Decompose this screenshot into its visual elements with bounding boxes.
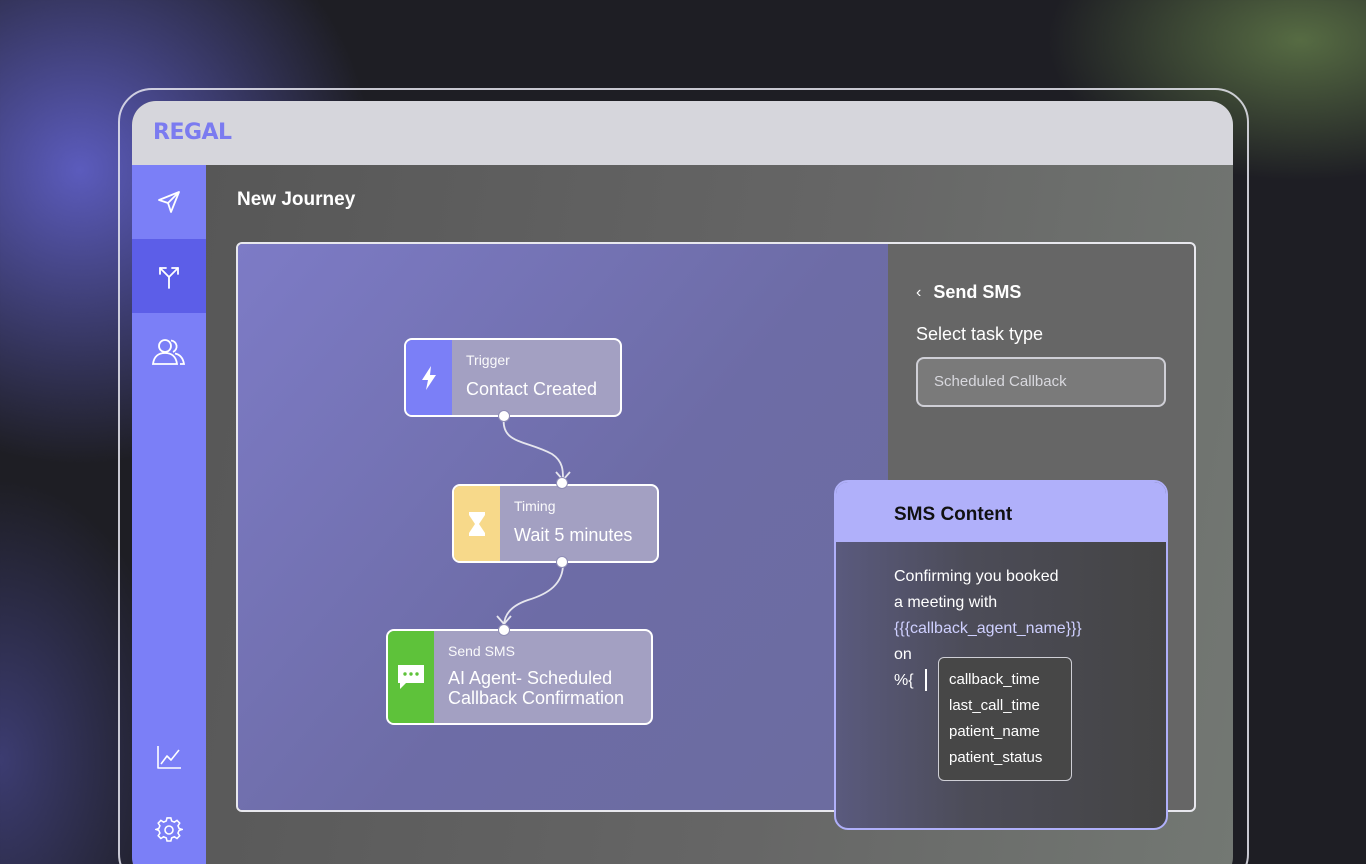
sidebar-item-settings[interactable] [132,793,206,864]
trigger-node-kind: Trigger [466,352,510,368]
timing-node-icon-strip [454,486,500,561]
sidebar-item-analytics[interactable] [132,720,206,794]
page-title: New Journey [237,189,356,210]
flow-editor[interactable]: Trigger Contact Created Timing Wait 5 mi… [238,244,888,810]
suggestion-item[interactable]: patient_name [949,719,1061,745]
users-icon [151,339,186,365]
lightning-icon [422,365,436,390]
send-sms-node-kind: Send SMS [448,643,515,659]
task-type-select[interactable]: Scheduled Callback [916,357,1166,407]
trigger-node-icon-strip [406,340,452,415]
suggestion-item[interactable]: callback_time [949,667,1061,693]
text-cursor [925,669,927,691]
suggestion-item[interactable]: patient_status [949,745,1061,771]
send-sms-node-input-port[interactable] [498,624,510,636]
trigger-node-label: Contact Created [466,379,598,399]
line-chart-icon [157,746,181,769]
sms-line-2: a meeting with [894,594,998,611]
sms-variable-token: {{{callback_agent_name}}} [894,620,1082,637]
variable-suggestions: callback_time last_call_time patient_nam… [938,657,1072,781]
suggestion-item[interactable]: last_call_time [949,693,1061,719]
send-sms-node-icon-strip [388,631,434,723]
timing-node-kind: Timing [514,498,556,514]
sidebar [132,165,206,864]
paper-plane-icon [158,191,180,213]
top-bar: REGAL [132,101,1233,165]
timing-node[interactable]: Timing Wait 5 minutes [452,484,659,563]
trigger-node[interactable]: Trigger Contact Created [404,338,622,417]
send-sms-node[interactable]: Send SMS AI Agent- Scheduled Callback Co… [386,629,653,725]
sms-content-card: SMS Content Confirming you booked a meet… [834,480,1168,830]
hourglass-icon [469,511,485,536]
send-sms-node-label-line1: AI Agent- Scheduled [448,668,613,688]
split-arrows-icon [159,267,179,289]
timing-node-input-port[interactable] [556,477,568,489]
sms-content-title: SMS Content [836,482,1166,542]
chat-bubble-icon [398,665,424,689]
send-sms-node-label: AI Agent- Scheduled Callback Confirmatio… [448,668,651,708]
gear-icon [155,817,183,842]
sidebar-item-journeys[interactable] [132,239,206,313]
sidebar-item-contacts[interactable] [132,315,206,389]
chevron-left-icon: ‹ [916,283,922,301]
sidebar-item-send[interactable] [132,165,206,239]
send-sms-node-label-line2: Callback Confirmation [448,688,625,708]
trigger-node-output-port[interactable] [498,410,510,422]
timing-node-label: Wait 5 minutes [514,525,633,545]
app-logo: REGAL [153,120,232,145]
task-type-label: Select task type [916,324,1044,344]
timing-node-output-port[interactable] [556,556,568,568]
back-to-send-sms[interactable]: ‹ Send SMS [916,282,1021,303]
panel-title: Send SMS [933,282,1022,302]
sms-line-1: Confirming you booked [894,568,1059,585]
